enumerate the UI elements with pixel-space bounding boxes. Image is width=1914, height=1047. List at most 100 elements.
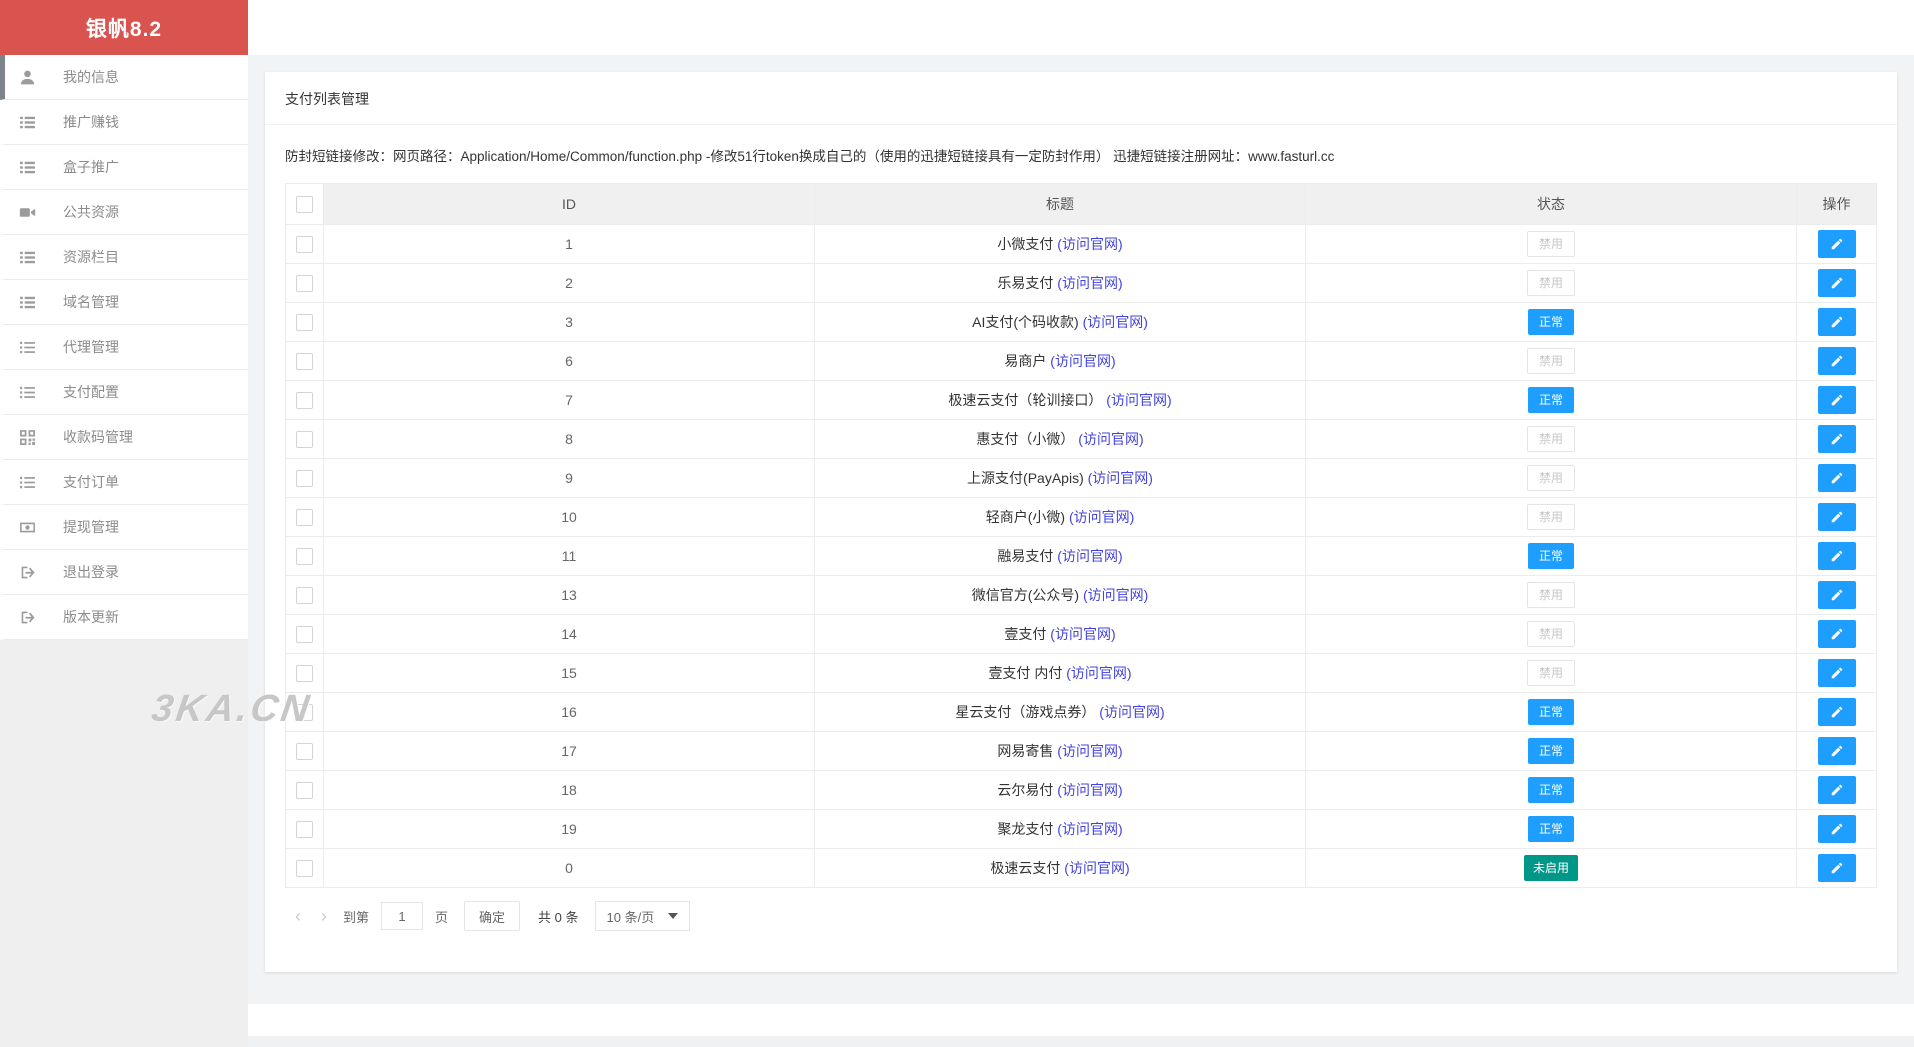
edit-button[interactable]: [1818, 542, 1856, 570]
status-badge[interactable]: 禁用: [1527, 426, 1575, 452]
row-checkbox[interactable]: [296, 587, 313, 604]
sidebar-item-3[interactable]: 公共资源: [0, 190, 248, 235]
row-id: 9: [324, 459, 815, 498]
status-badge[interactable]: 正常: [1528, 738, 1574, 764]
official-site-link[interactable]: (访问官网): [1069, 509, 1134, 525]
row-checkbox[interactable]: [296, 548, 313, 565]
row-title: 云尔易付: [997, 782, 1053, 798]
edit-button[interactable]: [1818, 503, 1856, 531]
edit-button[interactable]: [1818, 464, 1856, 492]
sidebar-item-7[interactable]: 支付配置: [0, 370, 248, 415]
row-checkbox[interactable]: [296, 860, 313, 877]
official-site-link[interactable]: (访问官网): [1064, 860, 1129, 876]
page-size-value: 10 条/页: [607, 907, 655, 926]
row-checkbox[interactable]: [296, 431, 313, 448]
official-site-link[interactable]: (访问官网): [1057, 743, 1122, 759]
edit-pencil-icon: [1830, 432, 1844, 446]
next-page-button[interactable]: ›: [311, 907, 337, 925]
status-badge[interactable]: 禁用: [1527, 465, 1575, 491]
edit-button[interactable]: [1818, 776, 1856, 804]
edit-pencil-icon: [1830, 354, 1844, 368]
confirm-page-button[interactable]: 确定: [464, 901, 520, 931]
edit-button[interactable]: [1818, 425, 1856, 453]
sidebar-item-0[interactable]: 我的信息: [0, 55, 248, 100]
status-badge[interactable]: 禁用: [1527, 348, 1575, 374]
official-site-link[interactable]: (访问官网): [1057, 275, 1122, 291]
edit-button[interactable]: [1818, 269, 1856, 297]
row-checkbox[interactable]: [296, 353, 313, 370]
edit-button[interactable]: [1818, 308, 1856, 336]
edit-button[interactable]: [1818, 698, 1856, 726]
prev-page-button[interactable]: ‹: [285, 907, 311, 925]
edit-button[interactable]: [1818, 854, 1856, 882]
page-size-select[interactable]: 10 条/页: [595, 901, 691, 931]
edit-button[interactable]: [1818, 386, 1856, 414]
status-badge[interactable]: 禁用: [1527, 621, 1575, 647]
page-number-input[interactable]: [381, 902, 423, 930]
row-checkbox[interactable]: [296, 236, 313, 253]
table-row: 8 惠支付（小微） (访问官网) 禁用: [286, 420, 1877, 459]
video-icon: [19, 204, 36, 221]
select-all-checkbox[interactable]: [296, 196, 313, 213]
row-checkbox[interactable]: [296, 821, 313, 838]
sidebar-item-6[interactable]: 代理管理: [0, 325, 248, 370]
page-unit-label: 页: [435, 907, 448, 926]
edit-button[interactable]: [1818, 815, 1856, 843]
row-title: 聚龙支付: [997, 821, 1053, 837]
status-badge[interactable]: 未启用: [1524, 855, 1578, 881]
status-badge[interactable]: 正常: [1528, 699, 1574, 725]
edit-button[interactable]: [1818, 347, 1856, 375]
official-site-link[interactable]: (访问官网): [1078, 431, 1143, 447]
official-site-link[interactable]: (访问官网): [1088, 470, 1153, 486]
edit-pencil-icon: [1830, 276, 1844, 290]
official-site-link[interactable]: (访问官网): [1083, 587, 1148, 603]
official-site-link[interactable]: (访问官网): [1050, 353, 1115, 369]
official-site-link[interactable]: (访问官网): [1057, 782, 1122, 798]
row-checkbox[interactable]: [296, 509, 313, 526]
official-site-link[interactable]: (访问官网): [1057, 236, 1122, 252]
sidebar-item-9[interactable]: 支付订单: [0, 460, 248, 505]
status-badge[interactable]: 禁用: [1527, 270, 1575, 296]
top-bar: [248, 0, 1914, 55]
sidebar-item-8[interactable]: 收款码管理: [0, 415, 248, 460]
status-badge[interactable]: 禁用: [1527, 660, 1575, 686]
sidebar-item-4[interactable]: 资源栏目: [0, 235, 248, 280]
sidebar-item-2[interactable]: 盒子推广: [0, 145, 248, 190]
sidebar-item-5[interactable]: 域名管理: [0, 280, 248, 325]
sidebar: 我的信息 推广赚钱 盒子推广 公共资源 资源栏目 域名管理 代理管理 支付配置 …: [0, 55, 248, 1047]
edit-button[interactable]: [1818, 581, 1856, 609]
edit-button[interactable]: [1818, 620, 1856, 648]
row-checkbox[interactable]: [296, 743, 313, 760]
sidebar-item-12[interactable]: 版本更新: [0, 595, 248, 640]
official-site-link[interactable]: (访问官网): [1066, 665, 1131, 681]
sidebar-item-11[interactable]: 退出登录: [0, 550, 248, 595]
official-site-link[interactable]: (访问官网): [1057, 548, 1122, 564]
row-checkbox[interactable]: [296, 665, 313, 682]
status-badge[interactable]: 正常: [1528, 387, 1574, 413]
edit-button[interactable]: [1818, 230, 1856, 258]
official-site-link[interactable]: (访问官网): [1083, 314, 1148, 330]
official-site-link[interactable]: (访问官网): [1050, 626, 1115, 642]
status-badge[interactable]: 禁用: [1527, 582, 1575, 608]
official-site-link[interactable]: (访问官网): [1057, 821, 1122, 837]
status-badge[interactable]: 正常: [1528, 816, 1574, 842]
status-badge[interactable]: 正常: [1528, 309, 1574, 335]
row-checkbox[interactable]: [296, 392, 313, 409]
row-checkbox[interactable]: [296, 782, 313, 799]
sidebar-item-10[interactable]: 提现管理: [0, 505, 248, 550]
sidebar-item-1[interactable]: 推广赚钱: [0, 100, 248, 145]
row-checkbox[interactable]: [296, 470, 313, 487]
edit-button[interactable]: [1818, 737, 1856, 765]
row-checkbox[interactable]: [296, 314, 313, 331]
qrcode-icon: [19, 429, 36, 446]
edit-button[interactable]: [1818, 659, 1856, 687]
status-badge[interactable]: 禁用: [1527, 504, 1575, 530]
official-site-link[interactable]: (访问官网): [1106, 392, 1171, 408]
status-badge[interactable]: 正常: [1528, 777, 1574, 803]
status-badge[interactable]: 禁用: [1527, 231, 1575, 257]
official-site-link[interactable]: (访问官网): [1099, 704, 1164, 720]
row-checkbox[interactable]: [296, 626, 313, 643]
row-checkbox[interactable]: [296, 704, 313, 721]
row-checkbox[interactable]: [296, 275, 313, 292]
status-badge[interactable]: 正常: [1528, 543, 1574, 569]
